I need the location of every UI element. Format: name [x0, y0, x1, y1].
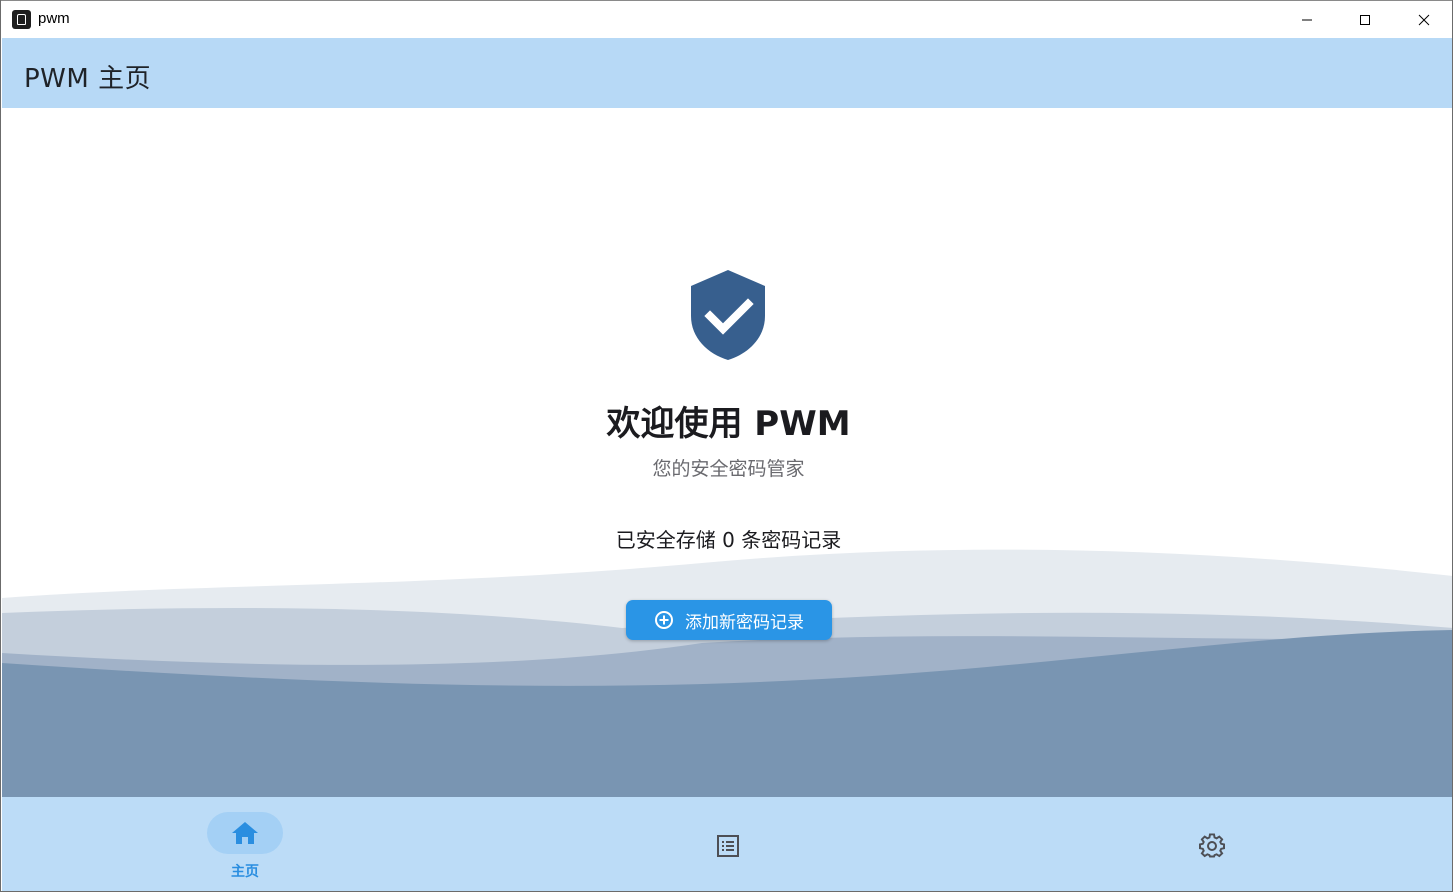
- app-icon: [12, 10, 31, 29]
- nav-home-indicator: [207, 812, 283, 854]
- maximize-icon: [1360, 14, 1370, 25]
- add-circle-icon: [655, 611, 673, 629]
- gear-icon: [1199, 833, 1225, 858]
- minimize-icon: [1302, 19, 1312, 20]
- nav-item-records[interactable]: [628, 797, 828, 891]
- close-icon: [1418, 14, 1430, 25]
- list-icon: [717, 835, 739, 857]
- page-title: PWM 主页: [24, 64, 152, 94]
- add-password-button[interactable]: 添加新密码记录: [626, 600, 832, 640]
- welcome-panel: 欢迎使用 PWM 您的安全密码管家 已安全存储 0 条密码记录 添加新密码记录: [2, 108, 1452, 797]
- nav-item-home[interactable]: 主页: [145, 797, 345, 891]
- window-titlebar[interactable]: pwm: [1, 0, 1452, 38]
- maximize-button[interactable]: [1336, 1, 1394, 38]
- nav-records-iconbox: [712, 830, 744, 862]
- home-content: 欢迎使用 PWM 您的安全密码管家 已安全存储 0 条密码记录 添加新密码记录: [2, 108, 1452, 797]
- nav-home-label: 主页: [231, 864, 259, 880]
- add-password-label: 添加新密码记录: [685, 612, 804, 633]
- nav-item-settings[interactable]: [1112, 797, 1312, 891]
- close-button[interactable]: [1395, 1, 1452, 38]
- welcome-title: 欢迎使用 PWM: [606, 404, 851, 444]
- home-icon: [232, 822, 258, 844]
- app-bar: PWM 主页: [2, 38, 1452, 108]
- record-count: 已安全存储 0 条密码记录: [615, 528, 842, 552]
- minimize-button[interactable]: [1278, 1, 1336, 38]
- shield-check-icon: [691, 270, 765, 360]
- window-title: pwm: [38, 10, 70, 27]
- app-window: pwm PWM 主页 欢迎使用 PWM 您的安全密码管家 已安全存储 0 条密码…: [0, 0, 1453, 892]
- bottom-navigation: 主页: [2, 797, 1452, 891]
- nav-settings-iconbox: [1196, 830, 1228, 862]
- tagline: 您的安全密码管家: [652, 458, 805, 480]
